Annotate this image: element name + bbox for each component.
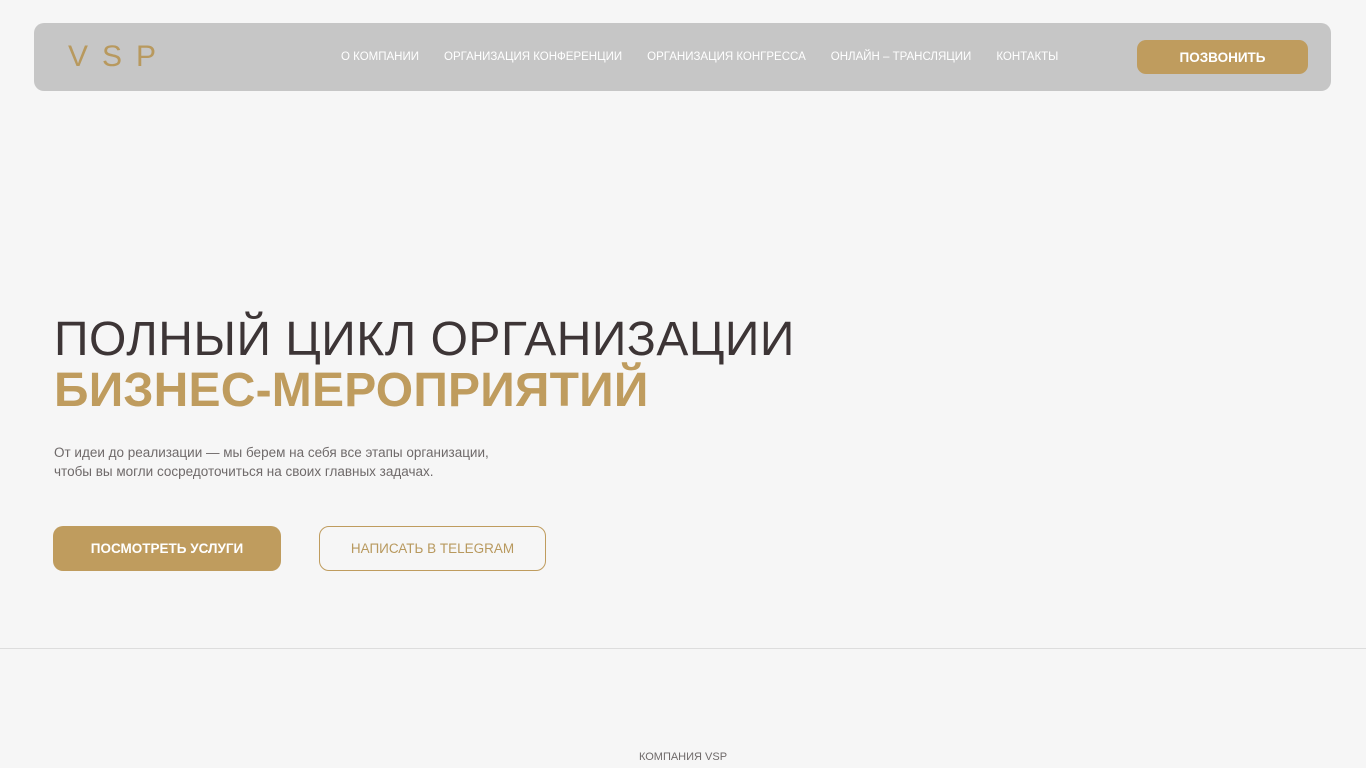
view-services-button[interactable]: ПОСМОТРЕТЬ УСЛУГИ xyxy=(53,526,281,571)
nav-link-congress[interactable]: ОРГАНИЗАЦИЯ КОНГРЕССА xyxy=(647,49,806,65)
hero-subtitle-line-1: От идеи до реализации — мы берем на себя… xyxy=(54,445,489,460)
logo[interactable]: VSP xyxy=(68,39,170,75)
hero-title-line-2: БИЗНЕС-МЕРОПРИЯТИЙ xyxy=(54,364,649,417)
nav-link-conference[interactable]: ОРГАНИЗАЦИЯ КОНФЕРЕНЦИИ xyxy=(444,49,622,65)
call-button[interactable]: ПОЗВОНИТЬ xyxy=(1137,40,1308,74)
telegram-button[interactable]: НАПИСАТЬ В TELEGRAM xyxy=(319,526,546,571)
main-nav: О КОМПАНИИ ОРГАНИЗАЦИЯ КОНФЕРЕНЦИИ ОРГАН… xyxy=(341,49,1058,65)
hero-subtitle: От идеи до реализации — мы берем на себя… xyxy=(54,443,534,481)
nav-link-contacts[interactable]: КОНТАКТЫ xyxy=(996,49,1058,65)
hero-title-line-1: ПОЛНЫЙ ЦИКЛ ОРГАНИЗАЦИИ xyxy=(54,313,795,366)
section-label: КОМПАНИЯ VSP xyxy=(638,751,728,763)
top-header: VSP О КОМПАНИИ ОРГАНИЗАЦИЯ КОНФЕРЕНЦИИ О… xyxy=(34,23,1331,91)
hero-subtitle-line-2: чтобы вы могли сосредоточиться на своих … xyxy=(54,464,434,479)
nav-link-about[interactable]: О КОМПАНИИ xyxy=(341,49,419,65)
nav-link-online-broadcasts[interactable]: ОНЛАЙН – ТРАНСЛЯЦИИ xyxy=(831,49,972,65)
section-divider xyxy=(0,648,1366,649)
